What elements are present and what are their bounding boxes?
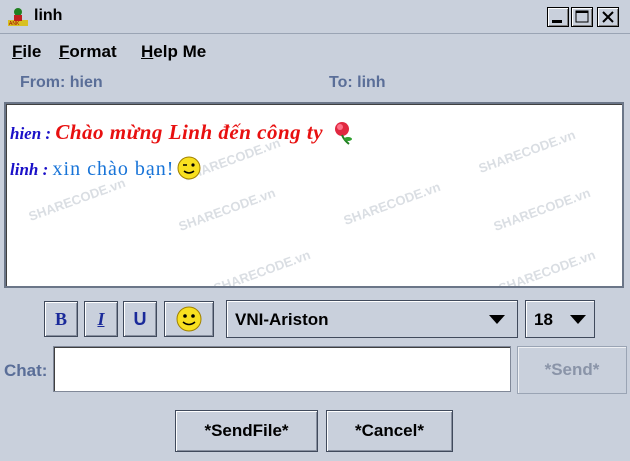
to-label: To: linh <box>329 74 386 91</box>
font-value: VNI-Ariston <box>235 310 329 329</box>
watermark: SHARECODE.vn <box>476 127 578 176</box>
send-file-button[interactable]: *SendFile* <box>175 410 318 452</box>
menu-help-label: elp Me <box>153 42 207 61</box>
app-icon: ANK <box>8 8 28 26</box>
cancel-button[interactable]: *Cancel* <box>326 410 453 452</box>
message-sender: linh : <box>10 160 53 179</box>
watermark: SHARECODE.vn <box>176 185 278 234</box>
menu-file-mnemonic: F <box>12 42 23 61</box>
chat-message: hien : Chào mừng Linh đến công ty <box>10 120 356 146</box>
menu-format-label: ormat <box>69 42 117 61</box>
message-text: Chào mừng Linh đến công ty <box>55 120 324 144</box>
bold-label: B <box>54 308 67 329</box>
menu-file-label: ile <box>22 42 42 61</box>
window-title: linh <box>34 7 63 24</box>
bold-button[interactable]: B <box>44 301 78 337</box>
title-bar[interactable]: ANK linh <box>0 0 630 34</box>
watermark: SHARECODE.vn <box>26 175 128 224</box>
close-icon <box>602 11 614 23</box>
watermark: SHARECODE.vn <box>211 247 313 288</box>
maximize-button[interactable] <box>571 7 593 27</box>
watermark: SHARECODE.vn <box>341 179 443 228</box>
svg-text:ANK: ANK <box>9 21 20 26</box>
chevron-down-icon <box>570 315 586 324</box>
font-size-value: 18 <box>534 310 553 329</box>
chat-input[interactable] <box>53 346 511 392</box>
message-text: xin chào bạn! <box>52 158 175 180</box>
from-label: From: hien <box>20 74 103 91</box>
close-button[interactable] <box>597 7 619 27</box>
font-select[interactable]: VNI-Ariston <box>226 300 518 338</box>
message-sender: hien : <box>10 124 56 143</box>
menu-file[interactable]: File <box>12 42 41 62</box>
font-size-select[interactable]: 18 <box>525 300 595 338</box>
italic-label: I <box>97 308 105 329</box>
menu-format-mnemonic: F <box>59 42 70 61</box>
watermark: SHARECODE.vn <box>491 185 593 234</box>
menu-help-mnemonic: H <box>141 42 154 61</box>
chat-message: linh : xin chào bạn! <box>10 156 201 181</box>
italic-button[interactable]: I <box>84 301 118 337</box>
chat-window: ANK linh File Format Help Me From: hien … <box>0 0 630 461</box>
underline-button[interactable]: U <box>123 301 157 337</box>
smiley-icon <box>176 306 202 332</box>
watermark: SHARECODE.vn <box>496 247 598 288</box>
send-button[interactable]: *Send* <box>517 346 627 394</box>
menu-format[interactable]: Format <box>59 42 117 62</box>
chat-label: Chat: <box>4 361 48 380</box>
menu-bar: File Format Help Me <box>0 36 630 66</box>
minimize-icon <box>552 20 562 23</box>
rose-icon <box>334 122 352 145</box>
underline-label: U <box>133 308 147 329</box>
menu-help[interactable]: Help Me <box>141 42 206 62</box>
chevron-down-icon <box>489 315 505 324</box>
chat-history[interactable]: SHARECODE.vn SHARECODE.vn SHARECODE.vn S… <box>4 102 624 288</box>
minimize-button[interactable] <box>547 7 569 27</box>
emoticon-button[interactable] <box>164 301 214 337</box>
smiley-icon <box>177 156 201 180</box>
maximize-icon <box>575 10 589 23</box>
